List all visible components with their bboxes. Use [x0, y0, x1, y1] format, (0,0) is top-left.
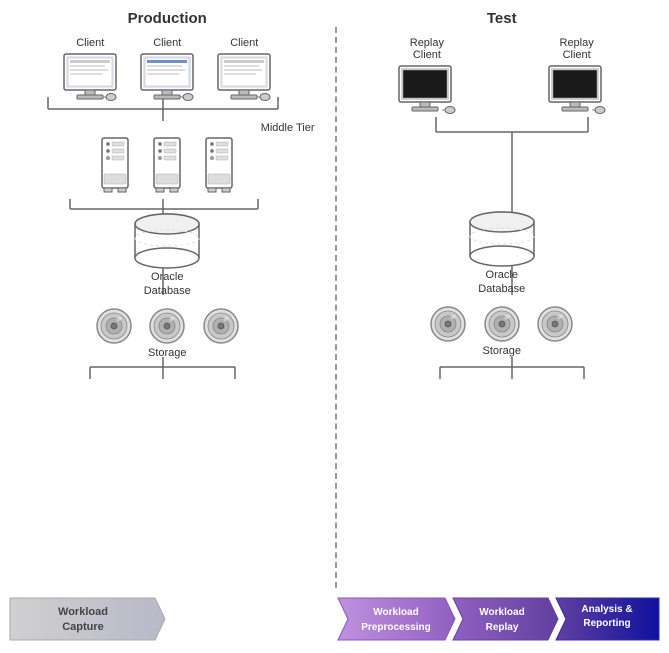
svg-text:Analysis &: Analysis & [581, 604, 632, 615]
test-disc-3 [536, 305, 574, 357]
replay-client-label-2: ReplayClient [560, 37, 594, 61]
client-label-2: Client [153, 37, 181, 49]
test-storage-section: Storage [345, 305, 660, 357]
server-1 [94, 136, 136, 198]
test-database-section: OracleDatabase [345, 208, 660, 297]
replay-client-2: ReplayClient [544, 37, 609, 115]
test-db-icon [462, 208, 542, 268]
svg-text:Workload: Workload [58, 606, 108, 618]
production-storage-section: Storage [10, 307, 325, 359]
disc-icon-1 [95, 307, 133, 345]
production-db-label: OracleDatabase [144, 270, 191, 299]
test-disc-1 [429, 305, 467, 357]
server-2 [146, 136, 188, 198]
test-discs-row: Storage [429, 305, 574, 357]
test-header: Test [335, 10, 669, 27]
replay-computer-icon-1 [394, 63, 459, 115]
client-label-1: Client [76, 37, 104, 49]
test-disc-icon-1 [429, 305, 467, 343]
production-disc-3 [202, 307, 240, 359]
middle-tier-label: Middle Tier [261, 122, 315, 134]
computer-icon-2 [136, 51, 198, 103]
production-disc-2: Storage [148, 307, 187, 359]
server-icon-3 [198, 136, 240, 198]
production-database-section: OracleDatabase [10, 210, 325, 299]
workflow-svg: Workload Capture Workload Preprocessing … [0, 588, 669, 650]
test-disc-icon-3 [536, 305, 574, 343]
main-content: Client [0, 27, 669, 588]
test-db-label: OracleDatabase [478, 268, 525, 297]
production-storage-label: Storage [148, 347, 187, 359]
test-side: ReplayClient ReplayClient [335, 27, 669, 588]
test-disc-icon-2 [483, 305, 521, 343]
workflow-bar: Workload Capture Workload Preprocessing … [0, 588, 669, 650]
production-clients-row: Client [10, 37, 325, 103]
svg-text:Workload: Workload [373, 607, 418, 618]
test-disc-2: Storage [482, 305, 521, 357]
svg-text:Reporting: Reporting [583, 618, 630, 629]
production-client-2: Client [136, 37, 198, 103]
replay-client-label-1: ReplayClient [410, 37, 444, 61]
replay-client-1: ReplayClient [394, 37, 459, 115]
production-disc-1 [95, 307, 133, 359]
section-headers: Production Test [0, 0, 669, 27]
computer-icon-3 [213, 51, 275, 103]
production-client-3: Client [213, 37, 275, 103]
server-icon-1 [94, 136, 136, 198]
diagram-container: Production Test [0, 0, 669, 650]
svg-text:Capture: Capture [62, 621, 104, 633]
computer-icon-1 [59, 51, 121, 103]
svg-text:Workload: Workload [479, 607, 524, 618]
production-discs-row: Storage [95, 307, 240, 359]
server-3 [198, 136, 240, 198]
production-side: Client [0, 27, 335, 588]
production-db-icon [127, 210, 207, 270]
svg-text:Replay: Replay [486, 622, 519, 633]
production-client-1: Client [59, 37, 121, 103]
test-storage-label: Storage [482, 345, 521, 357]
test-clients-row: ReplayClient ReplayClient [345, 37, 660, 115]
production-header: Production [0, 10, 335, 27]
middle-tier-section: Middle Tier [10, 122, 325, 198]
disc-icon-2 [148, 307, 186, 345]
svg-text:Preprocessing: Preprocessing [361, 622, 430, 633]
disc-icon-3 [202, 307, 240, 345]
client-label-3: Client [230, 37, 258, 49]
server-icon-2 [146, 136, 188, 198]
divider [335, 27, 337, 588]
servers-row [10, 136, 325, 198]
replay-computer-icon-2 [544, 63, 609, 115]
